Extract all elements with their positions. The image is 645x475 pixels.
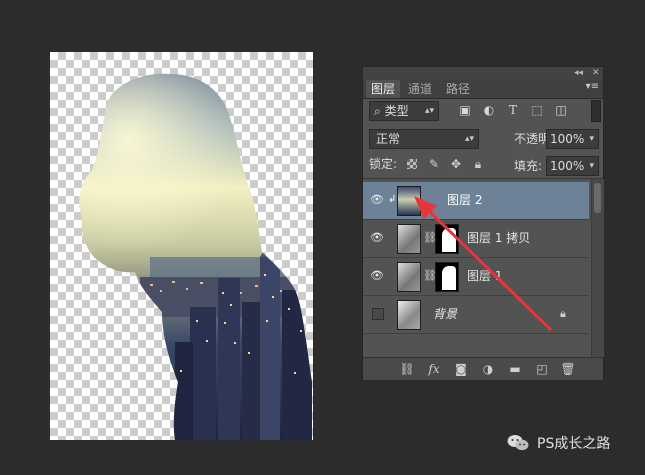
wechat-icon	[507, 435, 529, 451]
watermark-text: PS成长之路	[537, 436, 611, 452]
annotation-arrow	[414, 196, 553, 332]
